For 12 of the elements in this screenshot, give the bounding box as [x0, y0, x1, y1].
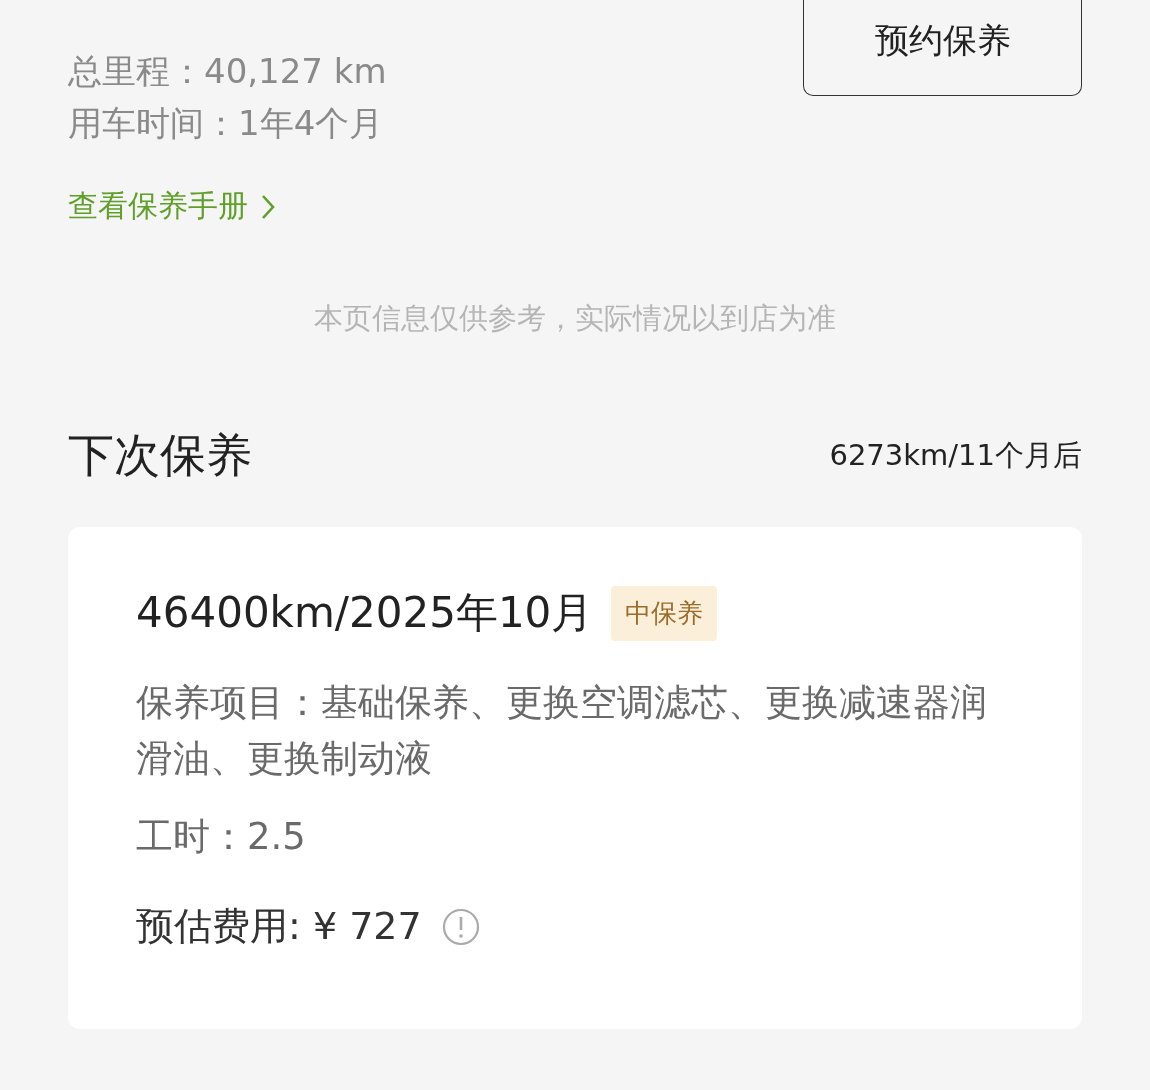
labor-hours-text: 工时：2.5	[136, 814, 307, 860]
disclaimer-text: 本页信息仅供参考，实际情况以到店为准	[313, 300, 837, 337]
info-line: 用车时间：1年4个月	[68, 102, 385, 145]
section-title: 下次保养	[68, 427, 252, 484]
info-icon[interactable]	[441, 907, 480, 946]
service-items-text: 保养项目：基础保养、更换空调滤芯、更换减速器润滑油、更换制动液	[136, 680, 988, 782]
estimated-cost-text: 预估费用: ¥ 727	[136, 903, 422, 950]
service-title: 46400km/2025年10月	[136, 587, 594, 639]
remaining-text: 6273km/11个月后	[829, 437, 1082, 474]
service-type-tag: 中保养	[611, 585, 718, 641]
info-line: 总里程：40,127 km	[68, 50, 387, 93]
book-service-button[interactable]: 预约保养	[803, 0, 1082, 96]
